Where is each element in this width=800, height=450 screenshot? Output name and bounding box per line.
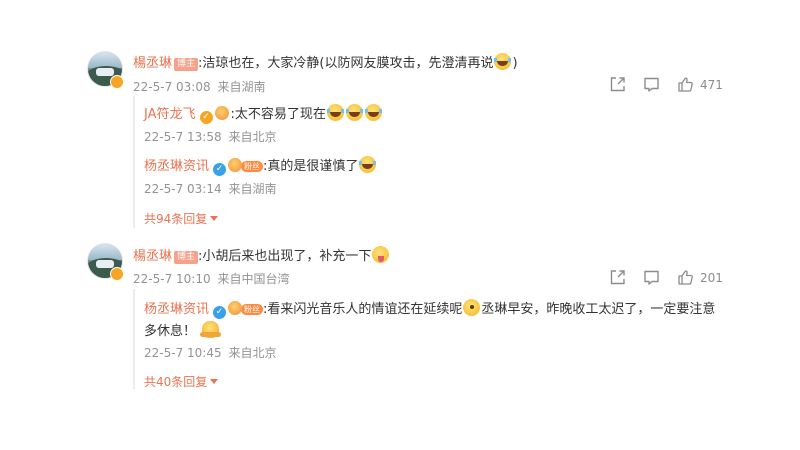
comment-icon (644, 77, 659, 92)
verified-icon: ✓ (213, 306, 227, 319)
share-button[interactable] (609, 76, 626, 93)
reply-location: 来自北京 (228, 346, 277, 360)
like-count: 201 (700, 270, 723, 285)
thumbs-up-icon (678, 270, 693, 285)
reply-thread (133, 289, 137, 389)
comment-date: 22-5-7 10:10 (133, 272, 211, 286)
comment-text-tail: ) (512, 56, 518, 71)
fan-avatar-icon (214, 106, 231, 120)
share-icon (610, 77, 625, 92)
more-replies-link[interactable]: 共94条回复 (144, 210, 219, 227)
caret-down-icon (210, 379, 219, 384)
comment-text: :小胡后来也出现了，补充一下 (198, 249, 372, 264)
more-replies-link[interactable]: 共40条回复 (144, 373, 219, 390)
reply-date: 22-5-7 03:14 (144, 182, 222, 196)
reply-meta: 22-5-7 03:14 来自湖南 (144, 180, 276, 197)
reply-date: 22-5-7 10:45 (144, 346, 222, 360)
comment-button[interactable] (643, 269, 660, 286)
reply-text: :看来闪光音乐人的情谊还在延续呢 (263, 302, 463, 317)
username-link[interactable]: 楊丞琳 (133, 56, 172, 71)
reply-username-link[interactable]: 杨丞琳资讯 (144, 159, 209, 174)
reply-username-link[interactable]: 杨丞琳资讯 (144, 302, 209, 317)
comment-header: 楊丞琳 博主:小胡后来也出现了，补充一下 (133, 245, 390, 264)
reply-username-link[interactable]: JA符龙飞 (144, 107, 196, 122)
vip-badge (110, 75, 124, 89)
thinking-emoji-icon (463, 299, 481, 316)
reply-location: 来自北京 (228, 130, 277, 144)
more-replies-label: 共94条回复 (144, 212, 208, 226)
reply-header: JA符龙飞 ✓ :太不容易了现在 (144, 103, 383, 124)
share-icon (610, 270, 625, 285)
comment-icon (644, 270, 659, 285)
laugh-cry-emoji-icon (345, 104, 363, 121)
reply-text: :太不容易了现在 (230, 107, 326, 122)
reply-meta: 22-5-7 13:58 来自北京 (144, 128, 276, 145)
reply-text: 多休息！ (144, 324, 197, 339)
host-tag: 博主 (174, 251, 199, 264)
verified-icon: ✓ (213, 163, 227, 176)
comment-location: 来自中国台湾 (217, 272, 290, 286)
verified-icon: ✓ (199, 111, 213, 124)
username-link[interactable]: 楊丞琳 (133, 249, 172, 264)
host-tag: 博主 (174, 58, 199, 71)
reply-text-continued: 丞琳早安，昨晚收工太迟了，一定要注意 (481, 302, 716, 317)
reply-text: :真的是很谨慎了 (263, 159, 359, 174)
fan-avatar-icon (228, 301, 244, 315)
laugh-cry-emoji-icon (326, 104, 344, 121)
comment-meta: 22-5-7 10:10 来自中国台湾 (133, 270, 289, 287)
thumbs-up-icon (678, 77, 693, 92)
comment-meta: 22-5-7 03:08 来自湖南 (133, 78, 265, 95)
fan-avatar-icon (228, 158, 244, 172)
like-count: 471 (700, 77, 723, 92)
tongue-emoji-icon (372, 246, 390, 263)
like-button[interactable]: 201 (677, 269, 723, 286)
reply-location: 来自湖南 (228, 182, 277, 196)
comment-location: 来自湖南 (217, 80, 266, 94)
fan-level-badge: 粉丝 (241, 161, 264, 172)
like-button[interactable]: 471 (677, 76, 723, 93)
share-button[interactable] (609, 269, 626, 286)
comment-date: 22-5-7 03:08 (133, 80, 211, 94)
reply-header: 杨丞琳资讯 ✓ 粉丝:真的是很谨慎了 (144, 155, 377, 176)
hug-emoji-icon (200, 321, 222, 338)
caret-down-icon (210, 216, 219, 221)
comment-text: :洁琼也在，大家冷静(以防网友膜攻击，先澄清再说 (198, 56, 494, 71)
reply-date: 22-5-7 13:58 (144, 130, 222, 144)
reply-header: 杨丞琳资讯 ✓ 粉丝:看来闪光音乐人的情谊还在延续呢 丞琳早安，昨晚收工太迟了，一定要… (144, 298, 715, 319)
comment-header: 楊丞琳 博主:洁琼也在，大家冷静(以防网友膜攻击，先澄清再说) (133, 52, 518, 71)
more-replies-label: 共40条回复 (144, 375, 208, 389)
laugh-cry-emoji-icon (359, 156, 377, 173)
reply-text-line2: 多休息！ (144, 320, 222, 339)
vip-badge (110, 267, 124, 281)
fan-level-badge: 粉丝 (241, 304, 264, 315)
comment-button[interactable] (643, 76, 660, 93)
laugh-cry-emoji-icon (494, 53, 512, 70)
reply-meta: 22-5-7 10:45 来自北京 (144, 344, 276, 361)
laugh-cry-emoji-icon (364, 104, 382, 121)
reply-thread (133, 96, 137, 228)
